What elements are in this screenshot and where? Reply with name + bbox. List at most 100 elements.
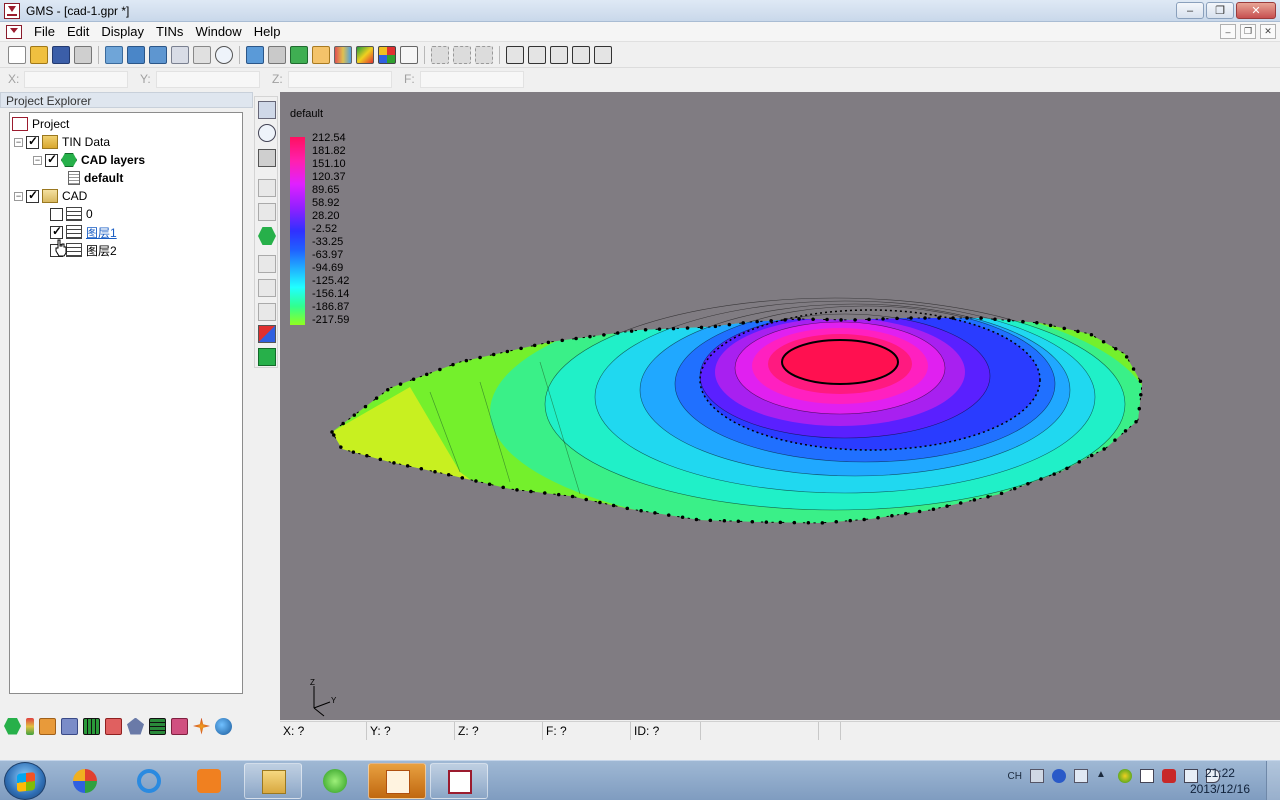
graphics-window[interactable]: default 212.54 181.82 151.10 120.37 89.6… xyxy=(280,92,1280,720)
select-triangle-icon[interactable] xyxy=(258,203,276,221)
edge-tool-icon[interactable] xyxy=(550,46,568,64)
pan-icon[interactable] xyxy=(258,101,276,119)
swap-edge-icon[interactable] xyxy=(258,325,276,343)
new-file-icon[interactable] xyxy=(8,46,26,64)
select-vertex-icon[interactable] xyxy=(258,179,276,197)
security-icon[interactable] xyxy=(1118,769,1132,783)
document-icon[interactable] xyxy=(6,24,22,39)
restore-button[interactable]: ❐ xyxy=(1206,2,1234,19)
taskbar-app-media-player[interactable] xyxy=(180,763,238,799)
color-ramp-icon[interactable] xyxy=(378,46,396,64)
select-region-icon[interactable] xyxy=(453,46,471,64)
tree-node-tin-data[interactable]: − TIN Data xyxy=(14,133,110,151)
oblique-view-icon[interactable] xyxy=(171,46,189,64)
create-vertex-icon[interactable] xyxy=(258,279,276,297)
y-coord-field[interactable] xyxy=(156,70,260,88)
taskbar-app-sync[interactable] xyxy=(306,763,364,799)
menu-help[interactable]: Help xyxy=(248,24,287,39)
f-coord-field[interactable] xyxy=(420,70,524,88)
front-view-icon[interactable] xyxy=(127,46,145,64)
create-breakline-icon[interactable] xyxy=(258,255,276,273)
layer-1-checkbox[interactable] xyxy=(50,224,63,239)
cube-view-icon[interactable] xyxy=(105,46,123,64)
borehole-module-icon[interactable] xyxy=(26,717,34,735)
show-hidden-icons-icon[interactable]: ▲ xyxy=(1096,769,1110,783)
info-icon[interactable] xyxy=(246,46,264,64)
menu-tins[interactable]: TINs xyxy=(150,24,189,39)
open-folder-icon[interactable] xyxy=(30,46,48,64)
cad-checkbox[interactable] xyxy=(26,188,39,203)
tree-node-layer-0[interactable]: 0 xyxy=(50,205,93,223)
taskbar-app-ie[interactable] xyxy=(120,763,178,799)
menu-file[interactable]: File xyxy=(28,24,61,39)
menu-window[interactable]: Window xyxy=(189,24,247,39)
grid-module-icon[interactable] xyxy=(83,717,100,735)
show-desktop-button[interactable] xyxy=(1266,761,1280,800)
menu-display[interactable]: Display xyxy=(95,24,150,39)
gis-module-icon[interactable] xyxy=(215,717,232,735)
tree-node-project[interactable]: Project xyxy=(12,115,69,133)
print-icon[interactable] xyxy=(74,46,92,64)
z-coord-field[interactable] xyxy=(288,70,392,88)
3d-grid-module-icon[interactable] xyxy=(149,717,166,735)
collapse-toggle[interactable]: − xyxy=(14,191,23,201)
taskbar-app-pdf[interactable] xyxy=(368,763,426,799)
zoom-tool-icon[interactable] xyxy=(258,124,276,142)
tin-boundary-icon[interactable] xyxy=(258,348,276,366)
tin-module-icon[interactable] xyxy=(4,717,21,735)
tree-node-cad-layers[interactable]: − CAD layers xyxy=(33,151,145,169)
action-center-flag-icon[interactable] xyxy=(1140,769,1154,783)
doc-minimize-button[interactable]: – xyxy=(1220,24,1236,39)
tin-data-checkbox[interactable] xyxy=(26,134,39,149)
tree-node-cad[interactable]: − CAD xyxy=(14,187,87,205)
doc-close-button[interactable]: ✕ xyxy=(1260,24,1276,39)
input-language-indicator[interactable]: CH xyxy=(1008,771,1022,782)
light-icon[interactable] xyxy=(312,46,330,64)
contour-icon[interactable] xyxy=(356,46,374,64)
rotate-icon[interactable] xyxy=(193,46,211,64)
select-icon[interactable] xyxy=(431,46,449,64)
tin-contour-plot[interactable] xyxy=(280,92,1280,720)
solid-module-icon[interactable] xyxy=(39,717,56,735)
minimize-button[interactable]: ‒ xyxy=(1176,2,1204,19)
mesh-tool-icon[interactable] xyxy=(594,46,612,64)
taskbar-app-office[interactable] xyxy=(56,763,114,799)
scatter-module-icon[interactable] xyxy=(105,717,122,735)
help-icon[interactable] xyxy=(1052,769,1066,783)
doc-restore-button[interactable]: ❐ xyxy=(1240,24,1256,39)
close-button[interactable]: ✕ xyxy=(1236,2,1276,19)
taskbar-app-gms[interactable] xyxy=(430,763,488,799)
collapse-toggle[interactable]: − xyxy=(14,137,23,147)
gms-app-icon[interactable] xyxy=(4,2,20,19)
menu-edit[interactable]: Edit xyxy=(61,24,95,39)
cad-layers-checkbox[interactable] xyxy=(45,152,58,167)
3d-mesh-module-icon[interactable] xyxy=(171,717,188,735)
options-icon[interactable] xyxy=(268,46,286,64)
chart-icon[interactable] xyxy=(334,46,352,64)
tin-tool-icon[interactable] xyxy=(506,46,524,64)
particle-module-icon[interactable] xyxy=(193,717,210,735)
tray-app-icon[interactable] xyxy=(1162,769,1176,783)
layer-0-checkbox[interactable] xyxy=(50,207,63,221)
create-triangle-icon[interactable] xyxy=(258,303,276,321)
collapse-toggle[interactable]: − xyxy=(33,155,42,165)
mesh-module-icon[interactable] xyxy=(61,717,78,735)
taskbar-clock[interactable]: 21:22 2013/12/16 xyxy=(1190,765,1250,797)
refresh-icon[interactable] xyxy=(290,46,308,64)
ime-options-icon[interactable] xyxy=(1074,769,1088,783)
select-poly-icon[interactable] xyxy=(475,46,493,64)
map-module-icon[interactable] xyxy=(127,717,144,735)
calculator-icon[interactable] xyxy=(400,46,418,64)
side-view-icon[interactable] xyxy=(149,46,167,64)
start-button[interactable] xyxy=(4,762,46,800)
vertex-tool-icon[interactable] xyxy=(528,46,546,64)
zoom-icon[interactable] xyxy=(215,46,233,64)
select-tin-icon[interactable] xyxy=(258,227,276,245)
taskbar-app-explorer[interactable] xyxy=(244,763,302,799)
keyboard-icon[interactable] xyxy=(1030,769,1044,783)
rotate-tool-icon[interactable] xyxy=(258,149,276,167)
x-coord-field[interactable] xyxy=(24,70,128,88)
triangle-tool-icon[interactable] xyxy=(572,46,590,64)
save-icon[interactable] xyxy=(52,46,70,64)
tree-node-default[interactable]: default xyxy=(68,169,123,187)
